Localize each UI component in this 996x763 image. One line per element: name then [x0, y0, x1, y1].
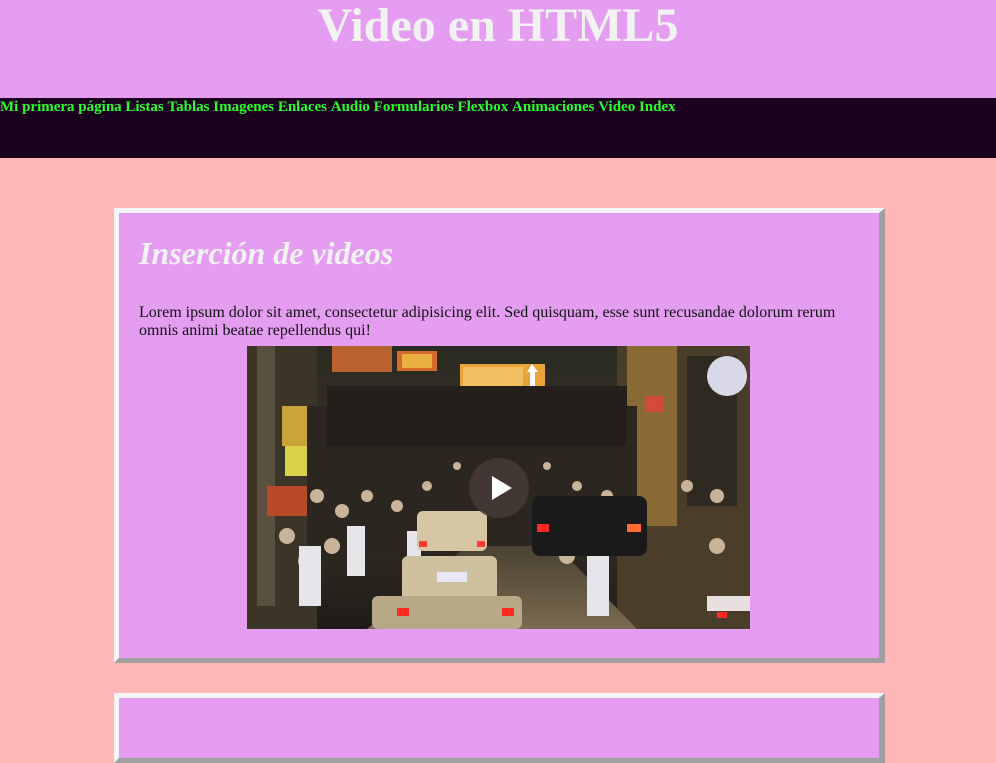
section-description: Lorem ipsum dolor sit amet, consectetur …: [139, 304, 836, 339]
nav-item: Index: [639, 99, 676, 115]
main-nav: Mi primera página Listas Tablas Imagenes…: [0, 98, 996, 158]
play-button[interactable]: [469, 458, 529, 518]
nav-item: Enlaces: [278, 99, 327, 115]
nav-link-imagenes[interactable]: Imagenes: [213, 99, 274, 115]
video-player[interactable]: [247, 346, 750, 629]
next-section-card: [114, 693, 885, 763]
nav-item: Imagenes: [213, 99, 274, 115]
nav-item: Tablas: [168, 99, 210, 115]
nav-item: Flexbox: [457, 99, 508, 115]
nav-item: Formularios: [374, 99, 454, 115]
nav-item: Mi primera página: [0, 99, 122, 115]
video-section-card: Inserción de videos Lorem ipsum dolor si…: [114, 208, 885, 663]
nav-item: Listas: [125, 99, 163, 115]
nav-link-enlaces[interactable]: Enlaces: [278, 99, 327, 115]
play-icon: [492, 476, 512, 500]
nav-item: Video: [598, 99, 635, 115]
nav-link-video[interactable]: Video: [598, 99, 635, 115]
section-title: Inserción de videos: [139, 235, 394, 271]
nav-link-animaciones[interactable]: Animaciones: [512, 99, 595, 115]
nav-link-mi-primera-pagina[interactable]: Mi primera página: [0, 99, 122, 115]
nav-link-audio[interactable]: Audio: [331, 99, 370, 115]
page-title: Video en HTML5: [317, 0, 679, 52]
nav-list: Mi primera página Listas Tablas Imagenes…: [0, 98, 996, 116]
nav-link-listas[interactable]: Listas: [125, 99, 163, 115]
nav-link-index[interactable]: Index: [639, 99, 676, 115]
nav-item: Audio: [331, 99, 370, 115]
site-header: Video en HTML5: [0, 0, 996, 98]
nav-item: Animaciones: [512, 99, 595, 115]
nav-link-flexbox[interactable]: Flexbox: [457, 99, 508, 115]
nav-link-formularios[interactable]: Formularios: [374, 99, 454, 115]
nav-link-tablas[interactable]: Tablas: [168, 99, 210, 115]
